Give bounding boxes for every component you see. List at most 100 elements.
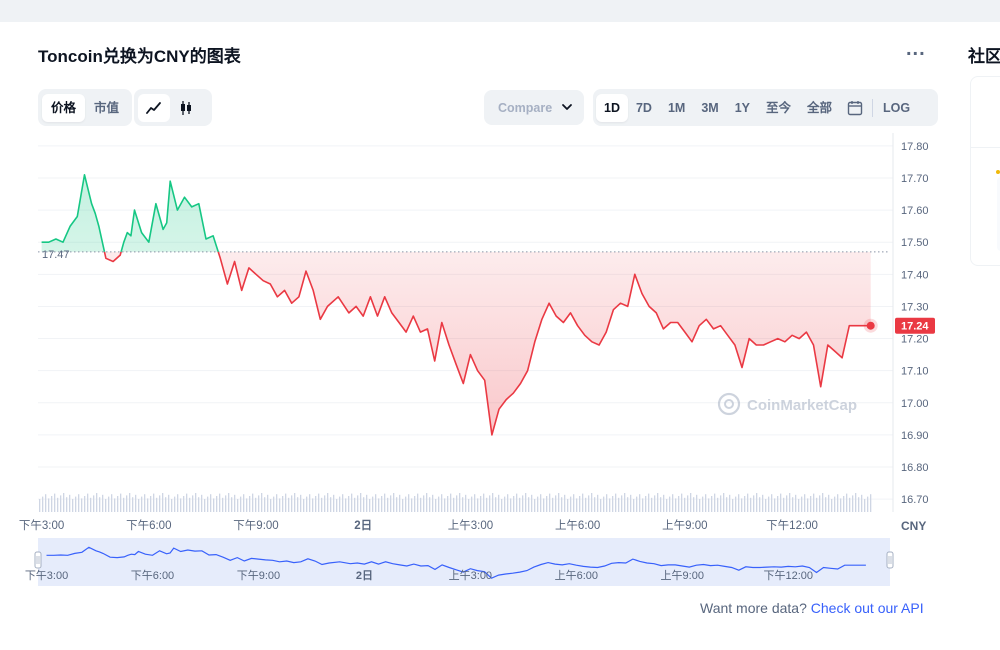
volume-bar [330,497,332,512]
volume-bar [384,493,386,512]
volume-bar [129,493,131,512]
volume-bar [798,499,800,512]
volume-bar [228,493,230,512]
volume-bar [339,496,341,512]
volume-bar [561,497,563,512]
volume-bar [105,499,107,512]
volume-bar [846,493,848,512]
volume-bar [528,497,530,512]
volume-bar [711,496,713,512]
volume-bar [288,497,290,512]
volume-bar [495,497,497,512]
volume-bar [864,499,866,512]
navigator-handle-left [34,551,42,569]
volume-bar [54,493,56,512]
volume-bar [243,494,245,512]
volume-bar [498,494,500,512]
api-prefix: Want more data? [700,600,811,616]
volume-bar [582,493,584,512]
volume-bar [492,493,494,512]
volume-bar [258,495,260,512]
volume-bar [837,494,839,512]
volume-bar [504,496,506,512]
volume-bar [132,497,134,512]
volume-bar [486,497,488,512]
volume-bar [510,498,512,512]
volume-bar [282,496,284,512]
volume-bar [636,496,638,512]
volume-bar [516,493,518,512]
volume-bar [267,494,269,512]
volume-bar [396,497,398,512]
volume-bar [753,495,755,512]
volume-bar [78,494,80,512]
x-tick-label: 下午6:00 [126,519,171,532]
volume-bar [84,496,86,512]
volume-bar [801,496,803,512]
volume-bar [675,498,677,512]
volume-bar [147,498,149,512]
navigator-handle-right [886,551,894,569]
volume-bar [75,496,77,512]
volume-bar [687,495,689,512]
volume-bar [795,494,797,512]
volume-bar [285,493,287,512]
volume-bar [630,494,632,512]
volume-bar [867,496,869,512]
volume-bar [639,494,641,512]
last-price-dot [866,321,875,330]
navigator-tick-label: 下午12:00 [763,569,813,582]
navigator-tick-label: 上午6:00 [555,569,598,582]
volume-bar [159,495,161,512]
y-tick-label: 17.10 [901,366,929,378]
volume-bar [57,497,59,512]
volume-bar [543,498,545,512]
volume-bar [117,496,119,512]
volume-bar [819,495,821,512]
volume-bar [591,493,593,512]
volume-bar [90,497,92,512]
volume-bar [777,496,779,512]
volume-bar [180,498,182,512]
volume-bar [852,495,854,512]
volume-bar [438,496,440,512]
volume-bar [336,499,338,512]
volume-bar [447,496,449,512]
watermark-text: CoinMarketCap [747,397,857,414]
price-chart: 17.47 CoinMarketCap 17.80 17.70 17.60 17.50… [19,133,935,586]
currency-axis-label: CNY [901,519,926,533]
volume-bar [792,497,794,512]
volume-bar [609,498,611,512]
volume-bar [327,493,329,512]
volume-bar [402,499,404,512]
volume-bar [324,495,326,512]
volume-bar [360,493,362,512]
volume-bar [393,493,395,512]
volume-bar [471,496,473,512]
volume-bar [63,493,65,512]
volume-bar [459,493,461,512]
volume-bar [663,494,665,512]
volume-bar [93,495,95,512]
volume-bar [303,499,305,512]
volume-bar [390,495,392,512]
volume-bar [669,496,671,512]
volume-bar [489,495,491,512]
volume-bar [546,496,548,512]
volume-bar [72,499,74,512]
volume-bar [744,496,746,512]
volume-bar [708,498,710,512]
volume-bar [150,496,152,512]
volume-bar [294,493,296,512]
volume-bar [699,499,701,512]
y-tick-label: 17.00 [901,398,929,410]
volume-bar [474,494,476,512]
volume-bar [684,497,686,512]
volume-bar [702,496,704,512]
volume-bar [405,496,407,512]
current-price-tag: 17.24 [895,317,935,334]
api-link[interactable]: Check out our API [811,600,924,616]
volume-bar [756,493,758,512]
volume-bar [855,493,857,512]
area-fill [41,174,871,435]
